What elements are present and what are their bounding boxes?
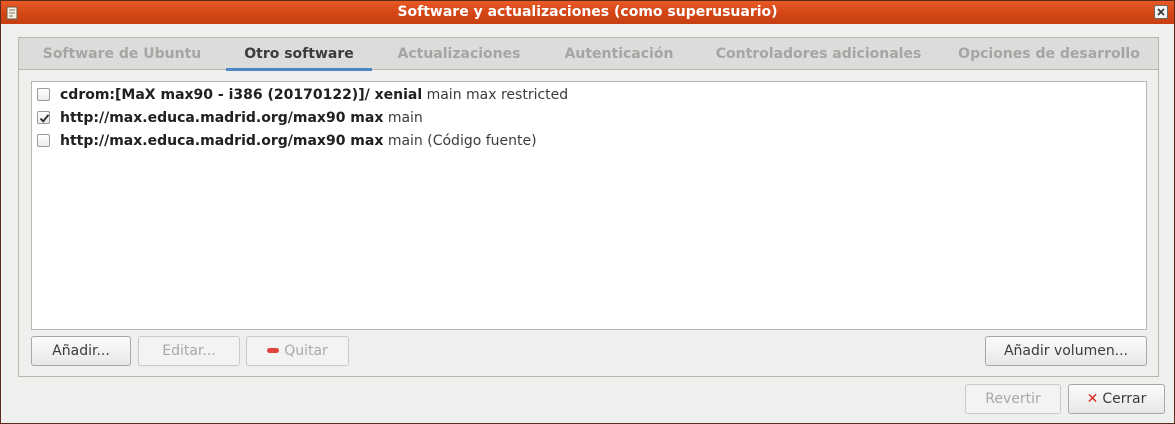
source-components: main bbox=[383, 110, 423, 126]
revert-button[interactable]: Revertir bbox=[965, 384, 1061, 414]
tab-autenticacion[interactable]: Autenticación bbox=[554, 38, 684, 70]
tab-controladores-adicionales[interactable]: Controladores adicionales bbox=[712, 38, 925, 70]
titlebar[interactable]: Software y actualizaciones (como superus… bbox=[1, 1, 1174, 24]
remove-source-button[interactable]: Quitar bbox=[246, 336, 349, 366]
tab-software-de-ubuntu[interactable]: Software de Ubuntu bbox=[33, 38, 211, 70]
close-button-label: Cerrar bbox=[1102, 391, 1147, 407]
source-enabled-checkbox[interactable] bbox=[37, 88, 50, 101]
edit-source-button[interactable]: Editar... bbox=[138, 336, 240, 366]
source-components: main (Código fuente) bbox=[383, 133, 537, 149]
tab-otro-software[interactable]: Otro software bbox=[226, 38, 372, 71]
software-sources-list[interactable]: cdrom:[MaX max90 - i386 (20170122)]/ xen… bbox=[31, 81, 1147, 330]
add-source-button[interactable]: Añadir... bbox=[31, 336, 131, 366]
software-properties-icon bbox=[6, 5, 19, 20]
source-row[interactable]: http://max.educa.madrid.org/max90 max ma… bbox=[32, 107, 1146, 129]
close-icon bbox=[1157, 8, 1165, 16]
source-row[interactable]: cdrom:[MaX max90 - i386 (20170122)]/ xen… bbox=[32, 84, 1146, 106]
close-button[interactable]: ✕ Cerrar bbox=[1068, 384, 1165, 414]
dialog-window: Software y actualizaciones (como superus… bbox=[0, 0, 1175, 424]
source-row[interactable]: http://max.educa.madrid.org/max90 max ma… bbox=[32, 130, 1146, 152]
close-x-icon: ✕ bbox=[1086, 391, 1099, 407]
source-enabled-checkbox[interactable] bbox=[37, 134, 50, 147]
source-uri: http://max.educa.madrid.org/max90 max bbox=[60, 110, 384, 126]
source-uri: http://max.educa.madrid.org/max90 max bbox=[60, 133, 384, 149]
checkmark-icon bbox=[39, 114, 50, 123]
remove-source-label: Quitar bbox=[284, 343, 328, 359]
window-title: Software y actualizaciones (como superus… bbox=[397, 4, 778, 20]
source-components: main max restricted bbox=[422, 87, 569, 103]
tab-actualizaciones[interactable]: Actualizaciones bbox=[389, 38, 529, 70]
tab-bar: Software de Ubuntu Otro software Actuali… bbox=[19, 38, 1158, 71]
source-uri: cdrom:[MaX max90 - i386 (20170122)]/ xen… bbox=[60, 87, 423, 103]
source-enabled-checkbox[interactable] bbox=[37, 111, 50, 124]
tab-opciones-de-desarrollo[interactable]: Opciones de desarrollo bbox=[949, 38, 1149, 70]
remove-icon bbox=[267, 347, 280, 353]
tabbed-notebook: Software de Ubuntu Otro software Actuali… bbox=[18, 37, 1159, 377]
window-close-button[interactable] bbox=[1154, 5, 1168, 19]
add-volume-button[interactable]: Añadir volumen... bbox=[985, 336, 1147, 366]
